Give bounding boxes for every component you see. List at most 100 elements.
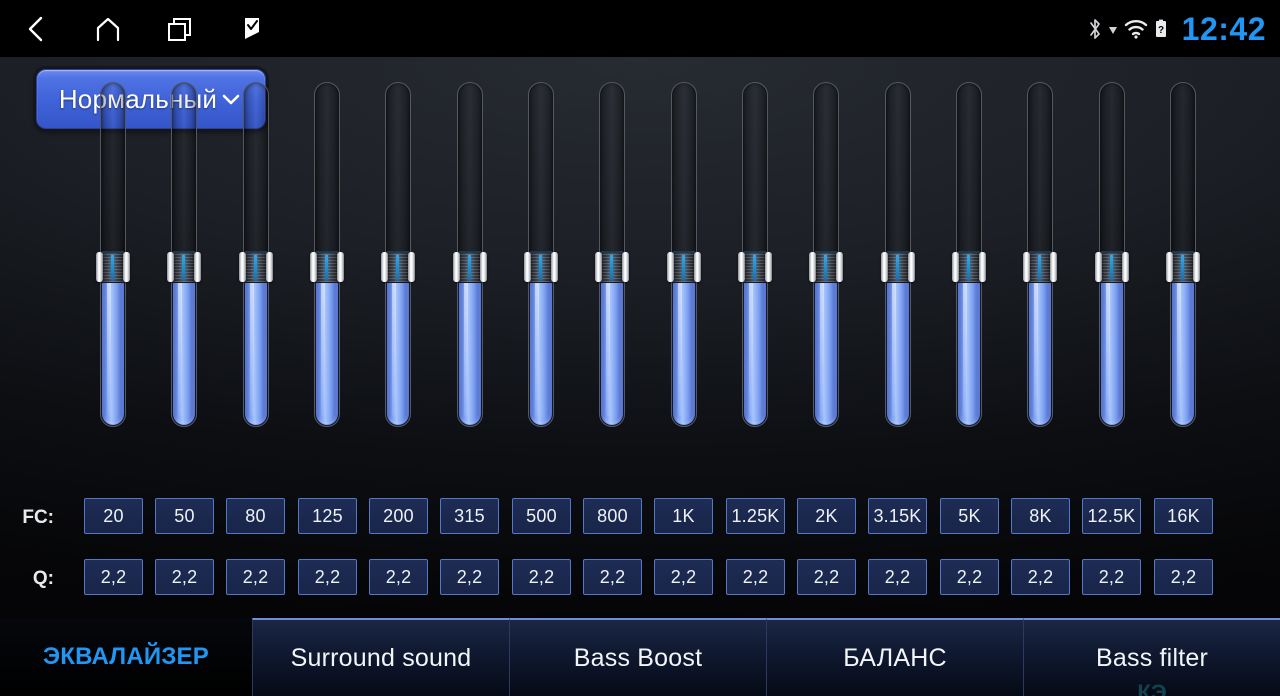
q-value-box[interactable]: 2,2	[654, 559, 713, 595]
q-value-box[interactable]: 2,2	[155, 559, 214, 595]
slider-fill	[102, 269, 124, 425]
fc-value-box[interactable]: 80	[226, 498, 285, 534]
tab-label: Surround sound	[290, 643, 472, 672]
slider-thumb[interactable]	[666, 251, 701, 283]
fc-value-box-value: 800	[597, 505, 628, 526]
fc-value-box-value: 50	[174, 505, 195, 526]
q-value-box[interactable]: 2,2	[226, 559, 285, 595]
fc-value-box[interactable]: 315	[440, 498, 499, 534]
band-slider[interactable]	[524, 82, 558, 427]
slider-thumb[interactable]	[1094, 251, 1129, 283]
q-value-box-value: 2,2	[670, 566, 697, 587]
slider-fill	[744, 269, 766, 425]
q-value-box[interactable]: 2,2	[298, 559, 357, 595]
fc-value-box[interactable]: 2K	[797, 498, 856, 534]
q-value-box[interactable]: 2,2	[84, 559, 143, 595]
fc-value-box-value: 16K	[1167, 505, 1200, 526]
q-value-box[interactable]: 2,2	[583, 559, 642, 595]
q-value-box[interactable]: 2,2	[440, 559, 499, 595]
slider-thumb[interactable]	[238, 251, 273, 283]
slider-fill	[1029, 269, 1052, 425]
band-slider[interactable]	[880, 82, 915, 427]
slider-thumb[interactable]	[738, 251, 772, 283]
tab-1[interactable]: ЭКВАЛАЙЗЕР	[0, 618, 252, 696]
fc-value-box[interactable]: 800	[583, 498, 642, 534]
q-value-box[interactable]: 2,2	[797, 559, 856, 595]
slider-fill	[1172, 269, 1194, 425]
slider-thumb[interactable]	[524, 251, 558, 283]
fc-value-box[interactable]: 1K	[654, 498, 713, 534]
slider-thumb[interactable]	[96, 251, 130, 283]
slider-thumb[interactable]	[167, 251, 202, 283]
slider-thumb-cap-right	[836, 252, 844, 282]
slider-thumb[interactable]	[952, 251, 986, 283]
tab-ghost-label: КЭ	[1137, 680, 1167, 696]
slider-thumb-cap-left	[880, 252, 888, 282]
slider-thumb[interactable]	[1023, 251, 1058, 283]
band-slider[interactable]	[381, 82, 416, 427]
tab-4[interactable]: БАЛАНС	[766, 618, 1023, 696]
fc-value-box[interactable]: 5K	[940, 498, 999, 534]
band-slider[interactable]	[595, 82, 630, 427]
q-value-box[interactable]: 2,2	[1011, 559, 1070, 595]
q-value-box-value: 2,2	[742, 566, 769, 587]
flag-check-icon[interactable]	[216, 0, 288, 57]
tab-2[interactable]: Surround sound	[252, 618, 509, 696]
slider-thumb[interactable]	[1166, 251, 1200, 283]
q-value-box[interactable]: 2,2	[1154, 559, 1213, 595]
fc-value-box[interactable]: 200	[369, 498, 428, 534]
home-icon[interactable]	[72, 0, 144, 57]
recents-icon[interactable]	[144, 0, 216, 57]
band-slider[interactable]	[452, 82, 487, 427]
fc-value-box[interactable]: 8K	[1011, 498, 1070, 534]
wifi-icon	[1123, 17, 1149, 41]
q-value-box[interactable]: 2,2	[940, 559, 999, 595]
slider-thumb-cap-right	[907, 252, 915, 282]
slider-thumb-cap-left	[952, 252, 959, 282]
slider-thumb[interactable]	[595, 251, 630, 283]
q-value-box[interactable]: 2,2	[1082, 559, 1141, 595]
band-slider[interactable]	[1094, 82, 1129, 427]
band-slider[interactable]	[738, 82, 772, 427]
tab-3[interactable]: Bass Boost	[509, 618, 766, 696]
slider-thumb[interactable]	[809, 251, 844, 283]
band-slider[interactable]	[666, 82, 701, 427]
fc-value-box[interactable]: 3.15K	[868, 498, 927, 534]
q-value-box[interactable]: 2,2	[726, 559, 785, 595]
slider-thumb[interactable]	[880, 251, 915, 283]
fc-value-box[interactable]: 125	[298, 498, 357, 534]
band-slider[interactable]	[952, 82, 986, 427]
band-slider[interactable]	[238, 82, 273, 427]
slider-thumb-body	[458, 251, 481, 283]
slider-thumb[interactable]	[452, 251, 487, 283]
back-icon[interactable]	[0, 0, 72, 57]
band-slider[interactable]	[1166, 82, 1200, 427]
slider-thumb-cap-left	[595, 252, 603, 282]
slider-fill	[458, 269, 481, 425]
q-value-box-value: 2,2	[314, 566, 341, 587]
fc-value-box-value: 500	[526, 505, 557, 526]
band-slider[interactable]	[96, 82, 130, 427]
q-value-box[interactable]: 2,2	[868, 559, 927, 595]
fc-value-box[interactable]: 12.5K	[1082, 498, 1141, 534]
slider-thumb-body	[316, 251, 338, 283]
fc-value-box[interactable]: 20	[84, 498, 143, 534]
slider-thumb[interactable]	[310, 251, 344, 283]
slider-thumb-body	[244, 251, 267, 283]
fc-value-box[interactable]: 500	[512, 498, 571, 534]
band-slider[interactable]	[809, 82, 844, 427]
fc-value-box[interactable]: 1.25K	[726, 498, 785, 534]
q-value-box-value: 2,2	[599, 566, 626, 587]
band-slider[interactable]	[167, 82, 202, 427]
slider-thumb-body	[173, 251, 196, 283]
fc-value-box-value: 200	[383, 505, 414, 526]
tab-label: Bass filter	[1096, 643, 1208, 672]
q-value-box[interactable]: 2,2	[369, 559, 428, 595]
band-slider[interactable]	[1023, 82, 1058, 427]
q-value-box[interactable]: 2,2	[512, 559, 571, 595]
tab-5[interactable]: Bass filter КЭ	[1023, 618, 1280, 696]
band-slider[interactable]	[310, 82, 344, 427]
slider-thumb[interactable]	[381, 251, 416, 283]
fc-value-box[interactable]: 16K	[1154, 498, 1213, 534]
fc-value-box[interactable]: 50	[155, 498, 214, 534]
